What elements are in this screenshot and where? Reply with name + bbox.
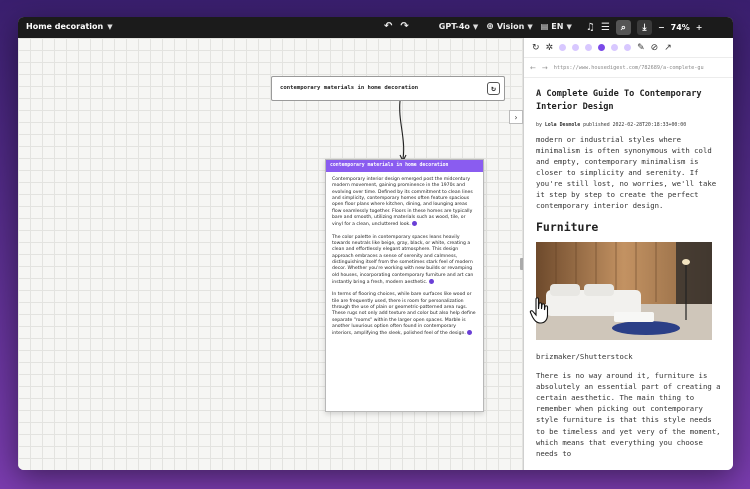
language-icon: ▤ — [540, 22, 549, 31]
answer-card-body: Contemporary interior design emerged pos… — [326, 172, 483, 349]
furniture-photo-art — [536, 242, 712, 341]
prompt-node[interactable]: contemporary materials in home decoratio… — [271, 76, 505, 101]
source-tab-dot[interactable] — [572, 44, 580, 51]
citation-icon[interactable] — [467, 330, 473, 336]
project-title: Home decoration — [26, 22, 104, 31]
language-selector[interactable]: ▤ EN ▼ — [541, 22, 572, 31]
article-intro: modern or industrial styles where minima… — [536, 134, 717, 211]
furniture-photo — [536, 242, 712, 341]
zoom-out-button[interactable]: − — [658, 23, 665, 32]
music-icon[interactable]: ♫ — [586, 22, 595, 33]
chevron-down-icon: ▼ — [566, 22, 572, 31]
app-window: Home decoration ▼ ↶ ↷ GPT-4o ▼ ⊕ Vision … — [18, 17, 733, 470]
meta-by: by — [536, 121, 542, 128]
source-tab-dot[interactable] — [585, 44, 593, 51]
source-tab-dot[interactable] — [559, 44, 567, 51]
citation-icon[interactable] — [412, 221, 418, 227]
vision-label: Vision — [496, 22, 525, 31]
chevron-down-icon: ▼ — [527, 22, 533, 31]
article-title: A Complete Guide To Contemporary Interio… — [536, 89, 702, 113]
list-icon[interactable]: ☰ — [601, 22, 610, 33]
prompt-text: contemporary materials in home decoratio… — [280, 85, 419, 91]
globe-icon: ⊕ — [486, 21, 494, 32]
language-label: EN — [551, 22, 564, 31]
article-body: There is no way around it, furniture is … — [536, 371, 721, 458]
answer-paragraph: Contemporary interior design emerged pos… — [332, 177, 477, 229]
chevron-down-icon: ▼ — [107, 22, 113, 31]
redo-icon[interactable]: ↷ — [400, 21, 408, 32]
download-button[interactable]: ⤓ — [636, 20, 652, 35]
image-caption: brizmaker/Shutterstock — [536, 352, 633, 362]
collapse-panel-button[interactable]: › — [509, 110, 523, 124]
toolbar-right: ♫ ☰ ⌕ ⤓ − 74% + — [586, 20, 703, 35]
url-bar: ← → https://www.housedigest.com/782689/a… — [524, 58, 733, 78]
article-author: Lola Desmole — [544, 121, 581, 128]
source-panel: ↻ ✲ ✎ ⊘ ↗ ← → https://www.housedigest.co… — [524, 38, 733, 470]
search-tool-button[interactable]: ⌕ — [615, 20, 631, 35]
link-icon[interactable]: ⊘ — [651, 43, 659, 53]
hand-cursor-icon — [529, 297, 549, 324]
answer-paragraph: The color palette in contemporary spaces… — [332, 235, 477, 287]
back-icon[interactable]: ← — [530, 64, 536, 72]
answer-card-title: contemporary materials in home decoratio… — [326, 160, 483, 172]
answer-paragraph-text: The color palette in contemporary spaces… — [332, 234, 474, 285]
url-text[interactable]: https://www.housedigest.com/782689/a-com… — [554, 65, 704, 71]
source-tab-dot[interactable] — [611, 44, 619, 51]
project-selector[interactable]: Home decoration ▼ — [26, 22, 113, 31]
canvas[interactable]: contemporary materials in home decoratio… — [18, 38, 524, 470]
model-label: GPT-4o — [438, 22, 470, 31]
vision-selector[interactable]: ⊕ Vision ▼ — [486, 22, 532, 32]
reload-icon[interactable]: ↻ — [532, 43, 540, 53]
model-selector[interactable]: GPT-4o ▼ — [439, 22, 478, 31]
article: A Complete Guide To Contemporary Interio… — [524, 78, 733, 459]
source-tab-dot-active[interactable] — [598, 44, 606, 51]
article-meta: by Lola Desmole published 2022-02-28T20:… — [536, 122, 721, 128]
panel-toolbar: ↻ ✲ ✎ ⊘ ↗ — [524, 38, 733, 58]
article-published: published 2022-02-28T20:18:33+00:00 — [583, 121, 687, 128]
answer-paragraph: In terms of flooring choices, while bare… — [332, 292, 477, 337]
answer-paragraph-text: In terms of flooring choices, while bare… — [332, 292, 476, 337]
top-bar: Home decoration ▼ ↶ ↷ GPT-4o ▼ ⊕ Vision … — [18, 17, 733, 38]
external-link-icon[interactable]: ↗ — [664, 43, 672, 53]
zoom-level: 74% — [670, 23, 690, 32]
answer-card[interactable]: contemporary materials in home decoratio… — [325, 159, 484, 412]
zoom-in-button[interactable]: + — [696, 23, 703, 32]
connector-arrow — [399, 101, 407, 163]
section-heading: Furniture — [536, 220, 599, 235]
citation-icon[interactable] — [428, 278, 434, 284]
refresh-button[interactable]: ↻ — [487, 82, 500, 95]
edit-icon[interactable]: ✎ — [637, 43, 645, 53]
source-tab-dot[interactable] — [624, 44, 632, 51]
chevron-down-icon: ▼ — [472, 22, 479, 31]
toolbar-center: ↶ ↷ GPT-4o ▼ ⊕ Vision ▼ ▤ EN ▼ — [384, 21, 572, 32]
settings-icon[interactable]: ✲ — [546, 43, 554, 53]
forward-icon[interactable]: → — [542, 64, 548, 72]
undo-icon[interactable]: ↶ — [384, 21, 392, 32]
answer-paragraph-text: Contemporary interior design emerged pos… — [332, 177, 473, 228]
